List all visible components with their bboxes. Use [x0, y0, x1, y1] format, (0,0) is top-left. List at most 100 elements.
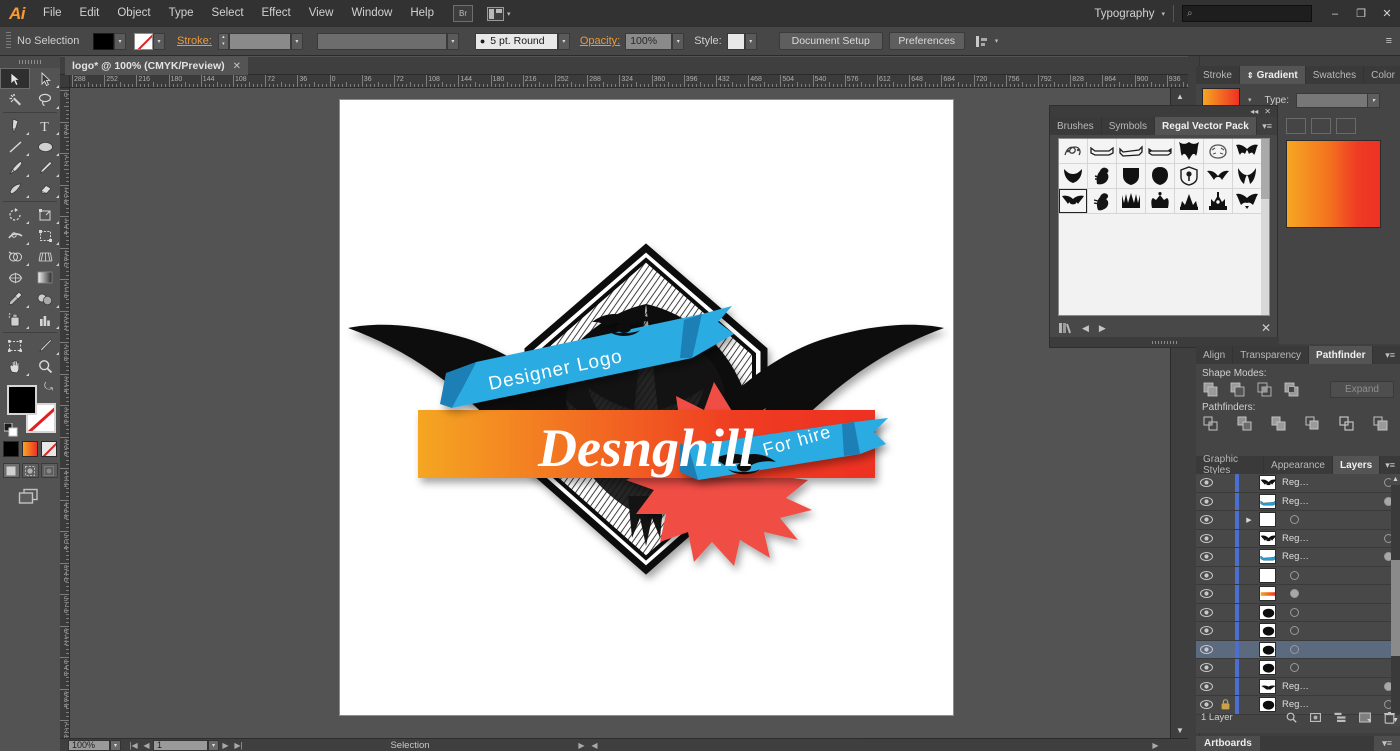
layers-scroll-up-icon[interactable]: ▲ — [1391, 474, 1400, 485]
horizontal-ruler[interactable]: 2882522161801441087236036721081441802162… — [70, 75, 1188, 88]
merge-button[interactable] — [1270, 415, 1287, 432]
symbol-laurel-wreath[interactable] — [1204, 139, 1233, 164]
layer-target-indicator[interactable] — [1282, 515, 1306, 524]
artboard[interactable]: Designer Logo For hire — [340, 100, 953, 715]
gradient-mode-button[interactable] — [22, 441, 38, 457]
layer-row[interactable]: Reg… — [1196, 678, 1400, 697]
draw-inside-button[interactable] — [41, 463, 58, 478]
control-bar-menu-icon[interactable]: ≡ — [1386, 35, 1392, 47]
layer-row[interactable] — [1196, 622, 1400, 641]
magic-wand-tool[interactable] — [0, 89, 30, 110]
draw-behind-button[interactable] — [22, 463, 39, 478]
status-menu-icon[interactable]: ▶ — [575, 740, 588, 751]
minimize-button[interactable]: – — [1322, 0, 1348, 27]
shape-builder-tool[interactable] — [0, 246, 30, 267]
layer-name[interactable] — [1276, 571, 1400, 580]
collapse-icon[interactable]: ◂◂ — [1250, 107, 1258, 116]
new-layer-icon[interactable] — [1359, 712, 1371, 723]
prev-artboard-button[interactable]: ◀ — [140, 740, 153, 751]
layer-visibility-icon[interactable] — [1196, 511, 1216, 529]
persist-library-icon[interactable]: ✕ — [1261, 321, 1271, 335]
free-transform-tool[interactable] — [30, 225, 60, 246]
layer-visibility-icon[interactable] — [1196, 604, 1216, 622]
vector-panel-scroll-thumb[interactable] — [1261, 139, 1269, 199]
create-sublayer-icon[interactable] — [1334, 712, 1346, 723]
delete-layer-icon[interactable] — [1384, 712, 1395, 724]
layer-name[interactable]: Reg… — [1276, 533, 1376, 544]
hand-tool[interactable] — [0, 356, 30, 377]
gradient-type-select[interactable]: ▾ — [1296, 93, 1380, 108]
layers-list[interactable]: Reg…Reg…▶Reg…Reg…Reg…Reg… — [1196, 474, 1400, 726]
column-graph-tool[interactable] — [30, 309, 60, 330]
layer-lock-icon[interactable] — [1216, 678, 1235, 696]
symbol-winged-emblem[interactable] — [1059, 189, 1088, 214]
layer-target-indicator[interactable] — [1282, 626, 1306, 635]
type-tool[interactable]: T — [30, 115, 60, 136]
pencil-tool[interactable] — [30, 157, 60, 178]
minus-back-button[interactable] — [1372, 415, 1389, 432]
color-mode-button[interactable] — [3, 441, 19, 457]
perspective-grid-tool[interactable] — [30, 246, 60, 267]
layer-visibility-icon[interactable] — [1196, 530, 1216, 548]
paintbrush-tool[interactable] — [0, 157, 30, 178]
layer-row[interactable]: Reg… — [1196, 530, 1400, 549]
symbol-winged-crest[interactable] — [1175, 139, 1204, 164]
pen-tool[interactable] — [0, 115, 30, 136]
scroll-up-icon[interactable]: ▲ — [1171, 88, 1189, 104]
brush-definition-field[interactable]: ● 5 pt. Round — [475, 33, 558, 50]
opacity-field[interactable]: 100% — [625, 33, 672, 50]
slice-tool[interactable] — [30, 335, 60, 356]
symbol-crown-ornate[interactable] — [1204, 189, 1233, 214]
layer-visibility-icon[interactable] — [1196, 567, 1216, 585]
layer-name[interactable] — [1276, 608, 1400, 617]
make-mask-icon[interactable] — [1310, 712, 1321, 723]
layer-lock-icon[interactable] — [1216, 567, 1235, 585]
layer-row[interactable] — [1196, 567, 1400, 586]
next-artboard-button[interactable]: ▶ — [219, 740, 232, 751]
scroll-down-icon[interactable]: ▼ — [1171, 722, 1189, 738]
menu-view[interactable]: View — [300, 0, 343, 27]
stroke-dropdown-arrow[interactable]: ▾ — [153, 33, 165, 50]
lasso-tool[interactable] — [30, 89, 60, 110]
library-menu-icon[interactable] — [1058, 322, 1072, 334]
tab-stroke[interactable]: Stroke — [1196, 66, 1240, 84]
gradient-tool[interactable] — [30, 267, 60, 288]
gradient-stop-right-icon[interactable] — [1336, 118, 1356, 134]
opacity-dropdown[interactable]: ▾ — [672, 33, 684, 50]
layer-target-indicator[interactable] — [1282, 645, 1306, 654]
close-button[interactable]: ✕ — [1374, 0, 1400, 27]
tab-graphic-styles[interactable]: Graphic Styles — [1196, 456, 1264, 474]
layer-lock-icon[interactable] — [1216, 474, 1235, 492]
layer-target-indicator[interactable] — [1282, 589, 1306, 598]
layer-visibility-icon[interactable] — [1196, 548, 1216, 566]
layer-name[interactable]: Reg… — [1276, 496, 1376, 507]
direct-selection-tool[interactable] — [30, 68, 60, 89]
preferences-button[interactable]: Preferences — [889, 32, 965, 50]
opacity-label[interactable]: Opacity: — [580, 35, 620, 47]
symbol-bat-wings[interactable] — [1233, 139, 1262, 164]
menu-select[interactable]: Select — [203, 0, 253, 27]
layer-visibility-icon[interactable] — [1196, 585, 1216, 603]
symbol-ribbon-banner-3[interactable] — [1146, 139, 1175, 164]
zoom-dropdown[interactable]: ▾ — [110, 740, 121, 751]
status-collapse-icon[interactable]: ◀ — [588, 740, 601, 751]
menu-type[interactable]: Type — [160, 0, 203, 27]
stroke-profile-dropdown[interactable]: ▾ — [447, 33, 459, 50]
vector-panel-menu-icon[interactable]: ▾≡ — [1257, 117, 1277, 135]
menu-help[interactable]: Help — [401, 0, 443, 27]
layer-name[interactable] — [1276, 626, 1400, 635]
line-segment-tool[interactable] — [0, 136, 30, 157]
menu-edit[interactable]: Edit — [71, 0, 109, 27]
last-artboard-button[interactable]: ▶| — [232, 740, 245, 751]
artboards-panel-menu-icon[interactable]: ▾≡ — [1374, 736, 1400, 751]
symbol-sprayer-tool[interactable] — [0, 309, 30, 330]
layer-row[interactable]: ▶ — [1196, 511, 1400, 530]
zoom-tool[interactable] — [30, 356, 60, 377]
layer-visibility-icon[interactable] — [1196, 678, 1216, 696]
layer-name[interactable]: Reg… — [1276, 477, 1376, 488]
fill-swatch[interactable] — [7, 385, 37, 415]
tab-brushes[interactable]: Brushes — [1050, 117, 1102, 135]
search-input[interactable]: ⌕ — [1182, 5, 1312, 22]
fill-dropdown-arrow[interactable]: ▾ — [114, 33, 126, 50]
symbol-eagle-crest[interactable] — [1233, 189, 1262, 214]
